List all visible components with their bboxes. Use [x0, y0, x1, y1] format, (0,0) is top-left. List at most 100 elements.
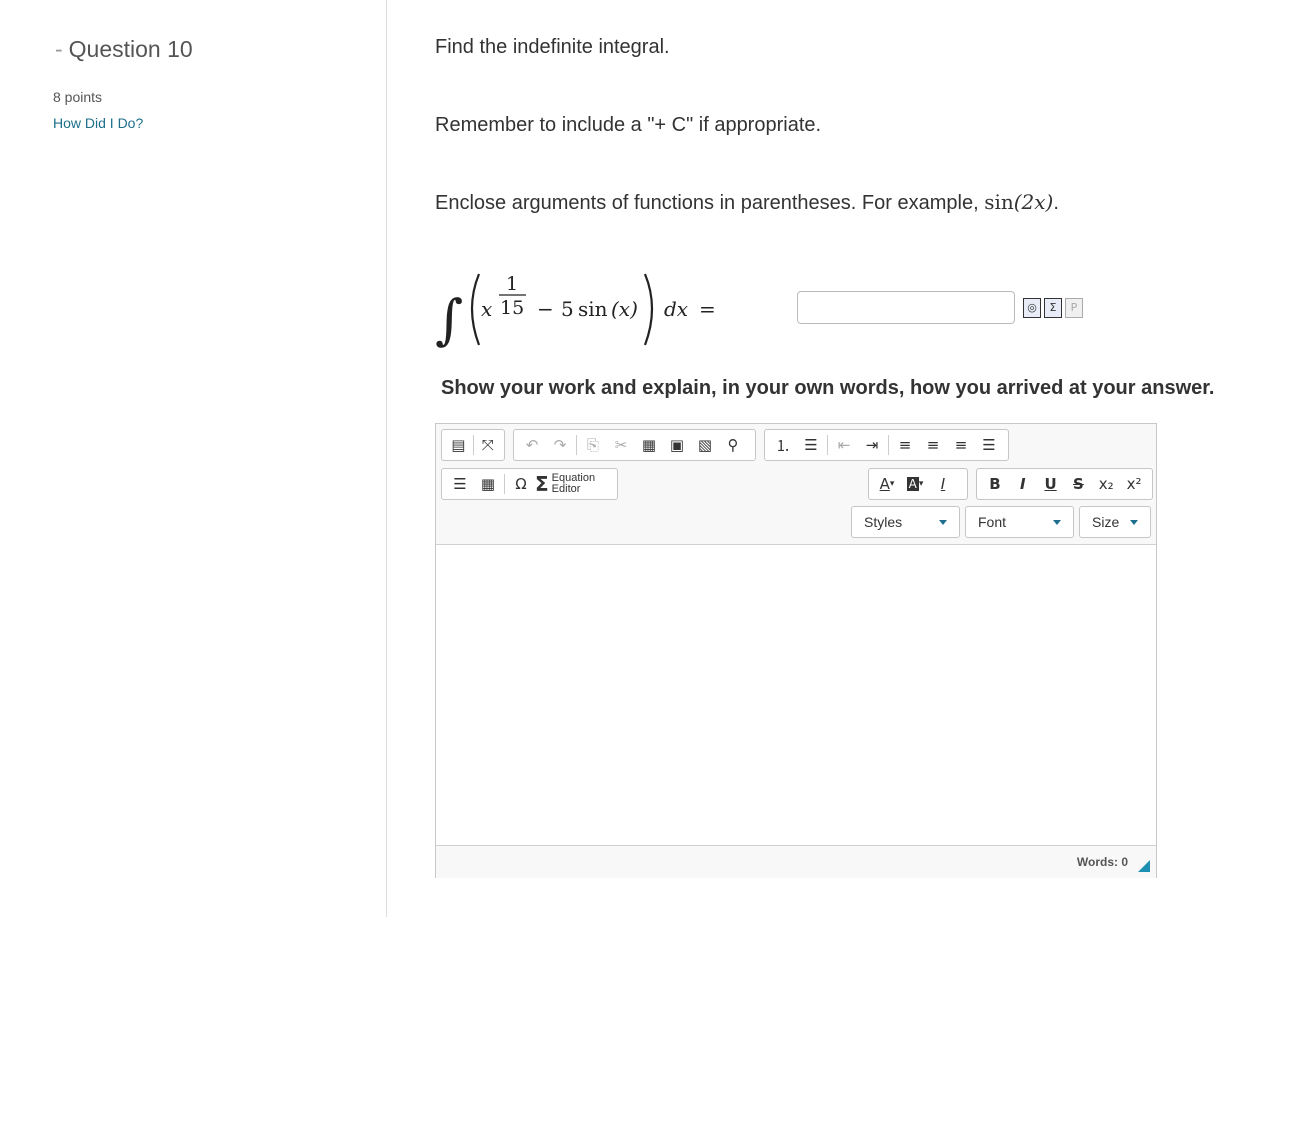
- paste-icon: ▦: [641, 436, 657, 454]
- omega-icon: Ω: [515, 475, 527, 493]
- subscript-button[interactable]: x₂: [1092, 471, 1120, 497]
- equation-editor-label: Equation Editor: [552, 473, 595, 495]
- paste-text-icon: ▣: [669, 436, 685, 454]
- paste-word-button[interactable]: ▧: [691, 432, 719, 458]
- undo-icon: ↶: [525, 436, 539, 454]
- strikethrough-icon: S: [1072, 475, 1084, 493]
- superscript-icon: x²: [1126, 475, 1142, 493]
- show-work-instructions: Show your work and explain, in your own …: [441, 377, 1215, 399]
- how-did-i-do-link[interactable]: How Did I Do?: [53, 115, 143, 131]
- underline-button[interactable]: U: [1037, 471, 1065, 497]
- sin-function: sin: [578, 297, 608, 321]
- remove-format-button[interactable]: I: [929, 471, 957, 497]
- editor-content-area[interactable]: [436, 545, 1156, 845]
- equation-icon[interactable]: Σ: [1044, 298, 1062, 318]
- maximize-button[interactable]: ⤧: [475, 432, 500, 458]
- resize-handle-icon[interactable]: [1138, 860, 1150, 872]
- numbered-list-icon: ⒈: [775, 436, 791, 455]
- question-title-text: Question 10: [68, 36, 193, 62]
- size-dropdown[interactable]: Size: [1079, 506, 1151, 538]
- align-right-icon: ≡: [954, 436, 968, 454]
- align-center-icon: ≡: [926, 436, 940, 454]
- toolbar-group-basicstyles: B I U S x₂ x²: [976, 468, 1153, 500]
- align-left-button[interactable]: ≡: [891, 432, 919, 458]
- maximize-icon: ⤧: [481, 436, 494, 454]
- chevron-down-icon: [939, 519, 947, 525]
- text-color-button[interactable]: A ▾: [873, 471, 901, 497]
- question-title[interactable]: - Question 10: [55, 36, 193, 63]
- page-icon[interactable]: P: [1065, 298, 1083, 318]
- toolbar-group-view: ▤ ⤧: [441, 429, 505, 461]
- example-period: .: [1053, 192, 1059, 214]
- exponent-denominator: 15: [500, 297, 524, 319]
- undo-button[interactable]: ↶: [518, 432, 546, 458]
- differential: dx: [664, 297, 688, 321]
- toolbar-group-paragraph: ⒈ ☰ ⇤ ⇥ ≡ ≡ ≡ ☰: [764, 429, 1009, 461]
- collapse-dash[interactable]: -: [55, 36, 63, 62]
- source-view-button[interactable]: ▤: [446, 432, 471, 458]
- prompt-line-3: Enclose arguments of functions in parent…: [435, 190, 1059, 215]
- equation-editor-label-line2: Editor: [551, 483, 581, 495]
- background-color-icon: A: [906, 477, 919, 491]
- align-right-button[interactable]: ≡: [947, 432, 975, 458]
- left-paren: [470, 273, 481, 346]
- source-icon: ▤: [451, 436, 466, 454]
- indent-button[interactable]: ⇥: [858, 432, 886, 458]
- prompt-line-1: Find the indefinite integral.: [435, 36, 670, 58]
- integral-expression: ∫ x 1 15 − 5 sin (x) dx =: [435, 273, 716, 351]
- editor-toolbar: ▤ ⤧ ↶ ↷ ⎘ ✂ ▦ ▣ ▧ ⚲ ⒈ ☰ ⇤ ⇥ ≡ ≡ ≡ ☰ ☰ ▦ …: [436, 424, 1156, 545]
- work-editor: ▤ ⤧ ↶ ↷ ⎘ ✂ ▦ ▣ ▧ ⚲ ⒈ ☰ ⇤ ⇥ ≡ ≡ ≡ ☰ ☰ ▦ …: [435, 423, 1157, 878]
- question-sidebar: - Question 10 8 points How Did I Do?: [0, 0, 387, 917]
- example-argument: (2x): [1013, 190, 1054, 214]
- numbered-list-button[interactable]: ⒈: [769, 432, 797, 458]
- redo-button[interactable]: ↷: [546, 432, 574, 458]
- underline-icon: U: [1044, 475, 1057, 493]
- answer-input[interactable]: [797, 291, 1015, 324]
- superscript-button[interactable]: x²: [1120, 471, 1148, 497]
- integral-sign: ∫: [435, 288, 463, 351]
- italic-icon: I: [1019, 475, 1026, 493]
- table-button[interactable]: ▦: [474, 471, 502, 497]
- horizontal-rule-icon: ☰: [453, 475, 467, 493]
- chevron-down-icon: [1053, 519, 1061, 525]
- find-button[interactable]: ⚲: [719, 432, 747, 458]
- sigma-icon: Σ: [535, 472, 549, 496]
- remove-format-icon: I: [940, 475, 946, 493]
- cut-button[interactable]: ✂: [607, 432, 635, 458]
- equals-sign: =: [699, 297, 716, 321]
- special-char-button[interactable]: Ω: [507, 471, 535, 497]
- italic-button[interactable]: I: [1009, 471, 1037, 497]
- equation-editor-button[interactable]: Σ Equation Editor: [535, 471, 599, 497]
- right-paren: [643, 273, 654, 346]
- justify-button[interactable]: ☰: [975, 432, 1003, 458]
- paste-button[interactable]: ▦: [635, 432, 663, 458]
- outdent-icon: ⇤: [837, 436, 851, 454]
- indent-icon: ⇥: [865, 436, 879, 454]
- table-icon: ▦: [480, 475, 496, 493]
- bold-button[interactable]: B: [981, 471, 1009, 497]
- bulleted-list-button[interactable]: ☰: [797, 432, 825, 458]
- preview-icon[interactable]: ◎: [1023, 298, 1041, 318]
- editor-status-bar: Words: 0: [436, 845, 1156, 878]
- copy-icon: ⎘: [586, 436, 599, 454]
- copy-button[interactable]: ⎘: [579, 432, 607, 458]
- align-center-button[interactable]: ≡: [919, 432, 947, 458]
- font-dropdown[interactable]: Font: [965, 506, 1074, 538]
- strikethrough-button[interactable]: S: [1064, 471, 1092, 497]
- redo-icon: ↷: [553, 436, 567, 454]
- styles-dropdown[interactable]: Styles: [851, 506, 960, 538]
- size-label: Size: [1092, 514, 1120, 530]
- toolbar-group-insert: ☰ ▦ Ω Σ Equation Editor: [441, 468, 618, 500]
- outdent-button[interactable]: ⇤: [830, 432, 858, 458]
- integrand-base: x: [481, 297, 492, 321]
- paste-text-button[interactable]: ▣: [663, 432, 691, 458]
- chevron-down-icon: [1130, 519, 1138, 525]
- paste-word-icon: ▧: [697, 436, 713, 454]
- bulleted-list-icon: ☰: [804, 436, 818, 454]
- exponent-numerator: 1: [506, 273, 518, 295]
- toolbar-group-color: A ▾ A ▾ I: [868, 468, 968, 500]
- horizontal-rule-button[interactable]: ☰: [446, 471, 474, 497]
- background-color-button[interactable]: A ▾: [901, 471, 929, 497]
- minus-sign: −: [537, 297, 554, 321]
- subscript-icon: x₂: [1098, 475, 1114, 493]
